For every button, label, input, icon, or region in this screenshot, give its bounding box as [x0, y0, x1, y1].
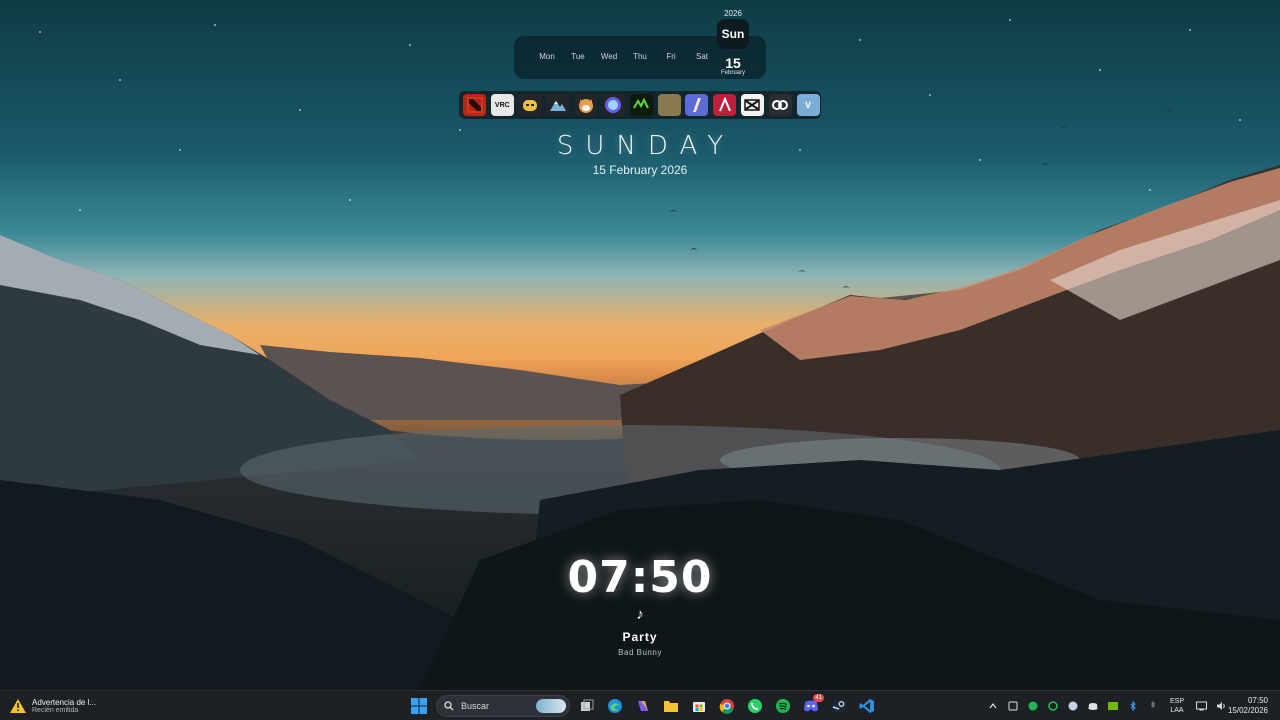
notification-title: Advertencia de l...: [32, 698, 97, 707]
system-tray: ESP LAA: [986, 695, 1228, 717]
discord-tray-icon[interactable]: [1086, 699, 1100, 713]
calendar-weekday: Fri: [666, 52, 676, 61]
calendar-weekday: Thu: [633, 52, 647, 61]
link-app-icon[interactable]: [768, 94, 792, 116]
robot-assistant-icon[interactable]: [518, 94, 542, 116]
file-explorer-button[interactable]: [660, 695, 682, 717]
song-title: Party: [622, 630, 658, 644]
mountain-app-icon[interactable]: [546, 94, 570, 116]
taskbar-clock[interactable]: 07:50 15/02/2026: [1228, 696, 1268, 716]
desktop-clock: 07:50: [567, 552, 713, 603]
shiba-dog-icon[interactable]: [574, 94, 598, 116]
globe-app-icon[interactable]: [601, 94, 625, 116]
calendar-weekday: Wed: [600, 52, 618, 61]
chrome-icon: [719, 699, 734, 714]
copilot-button[interactable]: [632, 695, 654, 717]
full-date: 15 February 2026: [592, 163, 688, 177]
bluetooth-icon[interactable]: [1126, 699, 1140, 713]
taskbar-apps: Buscar 41: [408, 694, 878, 718]
language-indicator[interactable]: ESP LAA: [1166, 697, 1188, 715]
calendar-today-date: 15: [725, 55, 741, 71]
keyboard-layout: LAA: [1170, 707, 1184, 714]
capcut-icon[interactable]: [740, 94, 764, 116]
network-icon[interactable]: [1194, 699, 1208, 713]
discord-badge: 41: [813, 694, 824, 702]
vscode-button[interactable]: [856, 695, 878, 717]
notification-subtitle: Recién emitida: [32, 707, 79, 714]
steam-icon: [832, 699, 846, 713]
nvidia-tray-icon[interactable]: [1106, 699, 1120, 713]
taskbar-date: 15/02/2026: [1227, 706, 1268, 715]
green-app-icon[interactable]: [629, 94, 653, 116]
volume-icon[interactable]: [1214, 699, 1228, 713]
steam-button[interactable]: [828, 695, 850, 717]
notification-toast[interactable]: Advertencia de l... Recién emitida: [10, 695, 150, 717]
vscode-icon: [859, 699, 874, 713]
calendar-weekday: Sat: [695, 52, 708, 61]
calendar-weekday: Mon: [539, 52, 555, 61]
steam-tray-icon[interactable]: [1066, 699, 1080, 713]
windows-icon: [411, 698, 427, 714]
search-box[interactable]: Buscar: [436, 695, 570, 717]
vrchat-icon[interactable]: VRC: [490, 94, 514, 116]
language-code: ESP: [1169, 698, 1184, 705]
microphone-icon[interactable]: [1146, 699, 1160, 713]
discord-button[interactable]: 41: [800, 694, 824, 717]
search-highlight-image: [536, 699, 566, 713]
store-icon: [693, 702, 705, 712]
chrome-button[interactable]: [716, 695, 738, 717]
folder-icon: [664, 701, 678, 712]
warning-icon: [10, 699, 26, 713]
spotify-icon: [776, 699, 790, 713]
app-dock: VRC V: [459, 91, 821, 119]
search-icon: [444, 701, 454, 711]
music-note-icon: ♪: [636, 606, 644, 623]
calendar-weekday: Tue: [571, 52, 585, 61]
vegas-icon[interactable]: V: [796, 94, 820, 116]
start-button[interactable]: [408, 695, 430, 717]
calendar-today-month: February: [720, 70, 745, 76]
osu-app-icon[interactable]: [685, 94, 709, 116]
calendar-today-day: Sun: [717, 19, 749, 49]
task-view-icon: [581, 699, 594, 711]
taskbar: Advertencia de l... Recién emitida Busca…: [0, 690, 1280, 720]
tray-app-icon[interactable]: [1006, 699, 1020, 713]
whatsapp-tray-icon[interactable]: [1046, 699, 1060, 713]
edge-icon: [608, 699, 622, 713]
dota2-icon[interactable]: [463, 94, 486, 116]
game-app-icon[interactable]: [657, 94, 681, 116]
spotify-tray-icon[interactable]: [1026, 699, 1040, 713]
chevron-up-icon[interactable]: [986, 699, 1000, 713]
calendar-year: 2026: [724, 9, 742, 18]
edge-button[interactable]: [604, 695, 626, 717]
search-placeholder: Buscar: [461, 701, 490, 711]
copilot-icon: [638, 701, 648, 711]
affinity-icon[interactable]: [713, 94, 737, 116]
whatsapp-icon: [748, 699, 762, 713]
task-view-button[interactable]: [576, 695, 598, 717]
day-name: SUNDAY: [556, 131, 736, 161]
spotify-button[interactable]: [772, 695, 794, 717]
whatsapp-button[interactable]: [744, 695, 766, 717]
taskbar-time: 07:50: [1247, 696, 1268, 705]
store-button[interactable]: [688, 695, 710, 717]
song-artist: Bad Bunny: [618, 648, 662, 657]
